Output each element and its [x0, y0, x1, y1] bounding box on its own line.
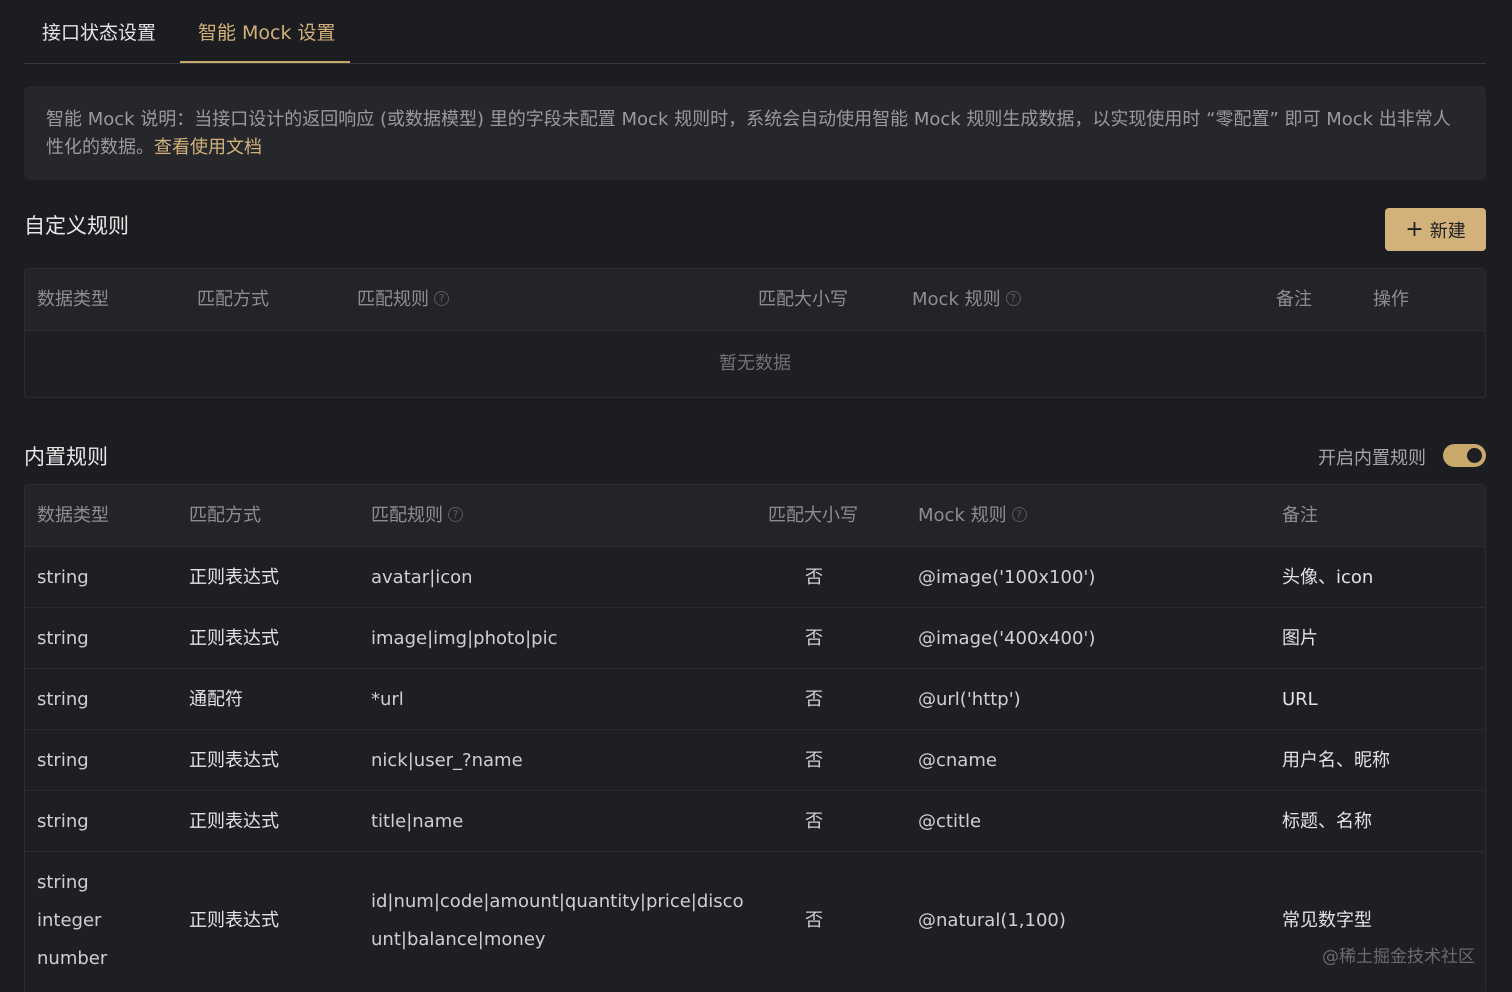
- cell-data-type: string integer number: [37, 852, 107, 990]
- cell-match-way: 正则表达式: [189, 910, 279, 931]
- table-row: string 正则表达式 image|img|photo|pic 否 @imag…: [25, 608, 1485, 669]
- col-actions: 操作: [1373, 289, 1409, 310]
- cell-note: 头像、icon: [1282, 567, 1374, 588]
- smart-mock-settings-page: 接口状态设置 智能 Mock 设置 智能 Mock 说明：当接口设计的返回响应 …: [0, 0, 1512, 992]
- col-mock-rule: Mock 规则?: [912, 269, 1021, 331]
- enable-builtin-toggle[interactable]: [1443, 444, 1486, 467]
- help-icon[interactable]: ?: [448, 506, 463, 522]
- cell-match-case: 否: [805, 567, 823, 588]
- custom-rules-title: 自定义规则: [24, 214, 129, 238]
- smart-mock-notice: 智能 Mock 说明：当接口设计的返回响应 (或数据模型) 里的字段未配置 Mo…: [24, 86, 1486, 180]
- cell-note: URL: [1282, 689, 1318, 710]
- col-match-case: 匹配大小写: [758, 289, 848, 310]
- plus-icon: +: [1405, 216, 1424, 242]
- cell-mock-rule: @cname: [918, 750, 997, 771]
- cell-data-type: string: [37, 628, 89, 649]
- col-match-rule: 匹配规则?: [357, 269, 449, 331]
- table-row: string 通配符 *url 否 @url('http') URL: [25, 669, 1485, 730]
- cell-match-rule: avatar|icon: [371, 567, 473, 588]
- table-header: 数据类型 匹配方式 匹配规则? 匹配大小写 Mock 规则? 备注 操作: [25, 269, 1485, 331]
- watermark: @稀土掘金技术社区: [1322, 947, 1475, 967]
- table-header: 数据类型 匹配方式 匹配规则? 匹配大小写 Mock 规则? 备注: [25, 485, 1485, 547]
- col-match-way: 匹配方式: [189, 505, 261, 526]
- active-tab-indicator: [180, 61, 350, 63]
- help-icon[interactable]: ?: [1005, 290, 1021, 306]
- col-mock-rule-label: Mock 规则: [918, 505, 1007, 526]
- cell-match-rule: nick|user_?name: [371, 750, 523, 771]
- cell-match-rule: image|img|photo|pic: [371, 628, 558, 649]
- help-icon[interactable]: ?: [1011, 506, 1027, 522]
- view-docs-link[interactable]: 查看使用文档: [154, 137, 262, 158]
- col-data-type: 数据类型: [37, 289, 109, 310]
- cell-note: 标题、名称: [1282, 811, 1372, 832]
- cell-match-way: 通配符: [189, 689, 243, 710]
- enable-builtin-label: 开启内置规则: [1318, 448, 1426, 469]
- col-note: 备注: [1276, 289, 1312, 310]
- cell-mock-rule: @image('400x400'): [918, 628, 1096, 649]
- builtin-rules-table: 数据类型 匹配方式 匹配规则? 匹配大小写 Mock 规则? 备注 string…: [24, 484, 1486, 992]
- table-row: string 正则表达式 title|name 否 @ctitle 标题、名称: [25, 791, 1485, 852]
- cell-match-way: 正则表达式: [189, 750, 279, 771]
- cell-data-type: string: [37, 689, 89, 710]
- cell-match-way: 正则表达式: [189, 811, 279, 832]
- col-match-rule: 匹配规则?: [371, 485, 463, 547]
- cell-match-way: 正则表达式: [189, 567, 279, 588]
- cell-match-rule: title|name: [371, 811, 464, 832]
- tab-smart-mock[interactable]: 智能 Mock 设置: [198, 0, 336, 63]
- col-match-case: 匹配大小写: [768, 505, 858, 526]
- cell-match-case: 否: [805, 750, 823, 771]
- tab-interface-status[interactable]: 接口状态设置: [42, 0, 156, 63]
- col-match-rule-label: 匹配规则: [357, 289, 429, 310]
- help-icon[interactable]: ?: [434, 290, 449, 306]
- cell-match-case: 否: [805, 689, 823, 710]
- cell-mock-rule: @url('http'): [918, 689, 1021, 710]
- col-data-type: 数据类型: [37, 505, 109, 526]
- cell-mock-rule: @image('100x100'): [918, 567, 1096, 588]
- data-type-line: string: [37, 872, 89, 893]
- col-mock-rule-label: Mock 规则: [912, 289, 1001, 310]
- table-row: string 正则表达式 avatar|icon 否 @image('100x1…: [25, 547, 1485, 608]
- new-rule-label: 新建: [1429, 220, 1466, 242]
- cell-match-rule: id|num|code|amount|quantity|price|disco …: [371, 852, 744, 990]
- cell-match-way: 正则表达式: [189, 628, 279, 649]
- cell-note: 常见数字型: [1282, 910, 1372, 931]
- match-rule-line: unt|balance|money: [371, 929, 546, 950]
- empty-state: 暂无数据: [719, 353, 791, 374]
- builtin-rules-title: 内置规则: [24, 445, 108, 469]
- col-mock-rule: Mock 规则?: [918, 485, 1027, 547]
- settings-tabs: 接口状态设置 智能 Mock 设置: [24, 0, 1486, 64]
- cell-match-case: 否: [805, 811, 823, 832]
- col-match-way: 匹配方式: [197, 289, 269, 310]
- data-type-line: number: [37, 948, 108, 969]
- cell-data-type: string: [37, 567, 89, 588]
- cell-match-rule: *url: [371, 689, 404, 710]
- col-match-rule-label: 匹配规则: [371, 505, 443, 526]
- table-row: string 正则表达式 nick|user_?name 否 @cname 用户…: [25, 730, 1485, 791]
- data-type-line: integer: [37, 910, 102, 931]
- match-rule-line: id|num|code|amount|quantity|price|disco: [371, 891, 744, 912]
- cell-mock-rule: @ctitle: [918, 811, 982, 832]
- cell-match-case: 否: [805, 628, 823, 649]
- cell-note: 图片: [1282, 628, 1318, 649]
- new-rule-button[interactable]: + 新建: [1385, 208, 1486, 251]
- col-note: 备注: [1282, 505, 1318, 526]
- table-row: string integer number 正则表达式 id|num|code|…: [25, 852, 1485, 990]
- toggle-knob: [1467, 448, 1482, 463]
- cell-data-type: string: [37, 750, 89, 771]
- cell-mock-rule: @natural(1,100): [918, 910, 1066, 931]
- cell-note: 用户名、昵称: [1282, 750, 1390, 771]
- custom-rules-table: 数据类型 匹配方式 匹配规则? 匹配大小写 Mock 规则? 备注 操作 暂无数…: [24, 268, 1486, 398]
- cell-data-type: string: [37, 811, 89, 832]
- cell-match-case: 否: [805, 910, 823, 931]
